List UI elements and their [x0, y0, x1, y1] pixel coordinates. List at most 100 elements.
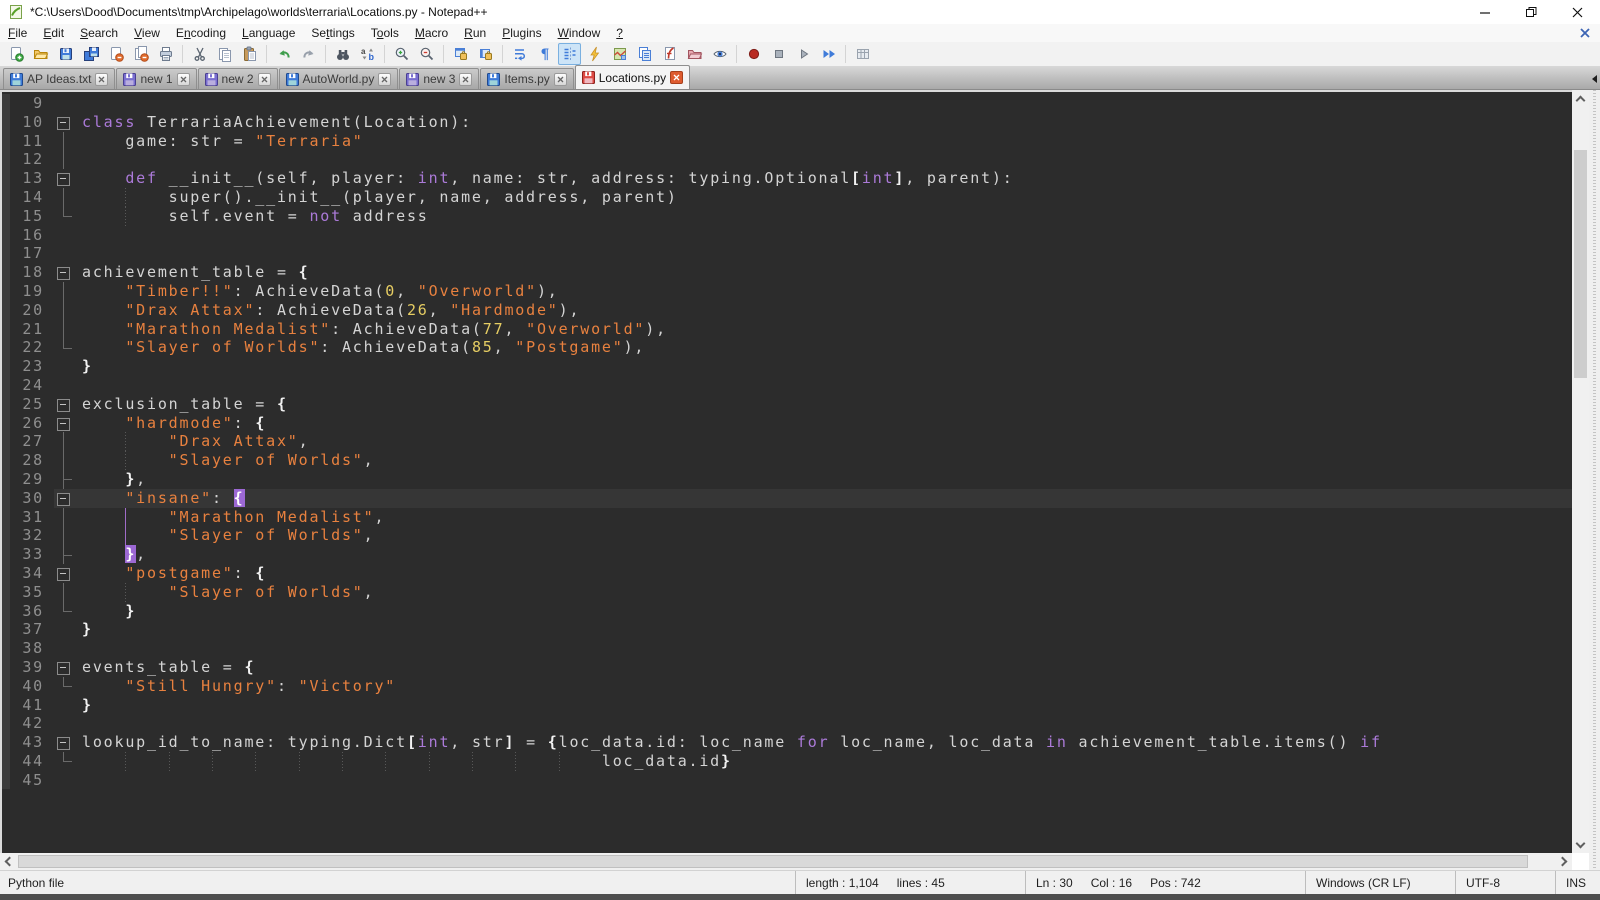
- open-file-button[interactable]: [29, 43, 52, 65]
- code-text[interactable]: "Marathon Medalist": AchieveData(77, "Ov…: [74, 320, 1572, 339]
- menu-tools[interactable]: Tools: [363, 25, 407, 41]
- fold-marker-icon[interactable]: [54, 169, 74, 188]
- horizontal-scrollbar[interactable]: [0, 853, 1572, 870]
- bookmark-margin[interactable]: [2, 376, 10, 395]
- bookmark-margin[interactable]: [2, 733, 10, 752]
- bookmark-margin[interactable]: [2, 207, 10, 226]
- tab-close-button[interactable]: [670, 71, 683, 84]
- function-list-button[interactable]: [658, 43, 681, 65]
- bookmark-margin[interactable]: [2, 169, 10, 188]
- status-eol-format[interactable]: Windows (CR LF): [1305, 871, 1455, 894]
- menu-language[interactable]: Language: [234, 25, 303, 41]
- code-text[interactable]: [74, 714, 1572, 733]
- macro-record-button[interactable]: [742, 43, 765, 65]
- bookmark-margin[interactable]: [2, 188, 10, 207]
- bookmark-margin[interactable]: [2, 564, 10, 583]
- tab-ap-ideas-txt[interactable]: AP Ideas.txt: [3, 68, 115, 89]
- menu-settings[interactable]: Settings: [303, 25, 362, 41]
- code-text[interactable]: [74, 150, 1572, 169]
- tab-close-button[interactable]: [459, 73, 472, 86]
- code-text[interactable]: "Slayer of Worlds",: [74, 451, 1572, 470]
- tab-list-arrow-icon[interactable]: [1592, 75, 1597, 83]
- bookmark-margin[interactable]: [2, 677, 10, 696]
- bookmark-margin[interactable]: [2, 583, 10, 602]
- close-button[interactable]: [1554, 0, 1600, 24]
- code-text[interactable]: [74, 771, 1572, 790]
- bookmark-margin[interactable]: [2, 357, 10, 376]
- menu-view[interactable]: View: [126, 25, 168, 41]
- menu-?[interactable]: ?: [608, 25, 631, 41]
- code-text[interactable]: [74, 244, 1572, 263]
- fold-marker-icon[interactable]: [54, 489, 74, 508]
- tab-close-button[interactable]: [258, 73, 271, 86]
- word-wrap-button[interactable]: [508, 43, 531, 65]
- scroll-right-arrow[interactable]: [1555, 853, 1572, 870]
- bookmark-margin[interactable]: [2, 451, 10, 470]
- bookmark-margin[interactable]: [2, 639, 10, 658]
- document-map-button[interactable]: [608, 43, 631, 65]
- menu-macro[interactable]: Macro: [407, 25, 456, 41]
- save-button[interactable]: [54, 43, 77, 65]
- paste-button[interactable]: [238, 43, 261, 65]
- code-text[interactable]: "Marathon Medalist",: [74, 508, 1572, 527]
- bookmark-margin[interactable]: [2, 263, 10, 282]
- code-text[interactable]: "Drax Attax": AchieveData(26, "Hardmode"…: [74, 301, 1572, 320]
- code-text[interactable]: },: [74, 470, 1572, 489]
- menu-file[interactable]: File: [0, 25, 35, 41]
- code-text[interactable]: def __init__(self, player: int, name: st…: [74, 169, 1572, 188]
- code-text[interactable]: [74, 94, 1572, 113]
- code-text[interactable]: game: str = "Terraria": [74, 132, 1572, 151]
- fold-marker-icon[interactable]: [54, 564, 74, 583]
- bookmark-margin[interactable]: [2, 244, 10, 263]
- code-text[interactable]: "Slayer of Worlds",: [74, 526, 1572, 545]
- vertical-scrollbar-thumb[interactable]: [1574, 150, 1587, 378]
- bookmark-margin[interactable]: [2, 526, 10, 545]
- tab-new-1[interactable]: new 1: [116, 68, 196, 89]
- fold-marker-icon[interactable]: [54, 263, 74, 282]
- macro-save-button[interactable]: [851, 43, 874, 65]
- menu-search[interactable]: Search: [72, 25, 126, 41]
- fold-marker-icon[interactable]: [54, 658, 74, 677]
- tab-items-py[interactable]: Items.py: [480, 68, 573, 89]
- zoom-in-button[interactable]: [390, 43, 413, 65]
- scroll-down-arrow[interactable]: [1572, 836, 1589, 853]
- undo-button[interactable]: [272, 43, 295, 65]
- code-text[interactable]: "Timber!!": AchieveData(0, "Overworld"),: [74, 282, 1572, 301]
- code-text[interactable]: exclusion_table = {: [74, 395, 1572, 414]
- fold-marker-icon[interactable]: [54, 414, 74, 433]
- bookmark-margin[interactable]: [2, 113, 10, 132]
- bookmark-margin[interactable]: [2, 771, 10, 790]
- menu-encoding[interactable]: Encoding: [168, 25, 234, 41]
- fold-marker-icon[interactable]: [54, 395, 74, 414]
- sync-vertical-button[interactable]: [449, 43, 472, 65]
- bookmark-margin[interactable]: [2, 282, 10, 301]
- bookmark-margin[interactable]: [2, 714, 10, 733]
- bookmark-margin[interactable]: [2, 752, 10, 771]
- code-text[interactable]: "Slayer of Worlds": AchieveData(85, "Pos…: [74, 338, 1572, 357]
- bookmark-margin[interactable]: [2, 226, 10, 245]
- indent-guide-button[interactable]: [558, 43, 581, 65]
- code-text[interactable]: lookup_id_to_name: typing.Dict[int, str]…: [74, 733, 1572, 752]
- macro-play-button[interactable]: [792, 43, 815, 65]
- bookmark-margin[interactable]: [2, 150, 10, 169]
- tab-new-3[interactable]: new 3: [399, 68, 479, 89]
- vertical-scrollbar[interactable]: [1572, 90, 1589, 853]
- save-all-button[interactable]: [79, 43, 102, 65]
- code-text[interactable]: "insane": {: [74, 489, 1572, 508]
- cut-button[interactable]: [188, 43, 211, 65]
- tab-close-button[interactable]: [554, 73, 567, 86]
- code-text[interactable]: "hardmode": {: [74, 414, 1572, 433]
- replace-button[interactable]: ab: [356, 43, 379, 65]
- bookmark-margin[interactable]: [2, 696, 10, 715]
- code-text[interactable]: }: [74, 620, 1572, 639]
- code-text[interactable]: "Drax Attax",: [74, 432, 1572, 451]
- macro-stop-button[interactable]: [767, 43, 790, 65]
- close-file-button[interactable]: [104, 43, 127, 65]
- code-text[interactable]: super().__init__(player, name, address, …: [74, 188, 1572, 207]
- tab-new-2[interactable]: new 2: [198, 68, 278, 89]
- monitoring-button[interactable]: [708, 43, 731, 65]
- bookmark-margin[interactable]: [2, 414, 10, 433]
- print-button[interactable]: [154, 43, 177, 65]
- bookmark-margin[interactable]: [2, 489, 10, 508]
- close-all-button[interactable]: [129, 43, 152, 65]
